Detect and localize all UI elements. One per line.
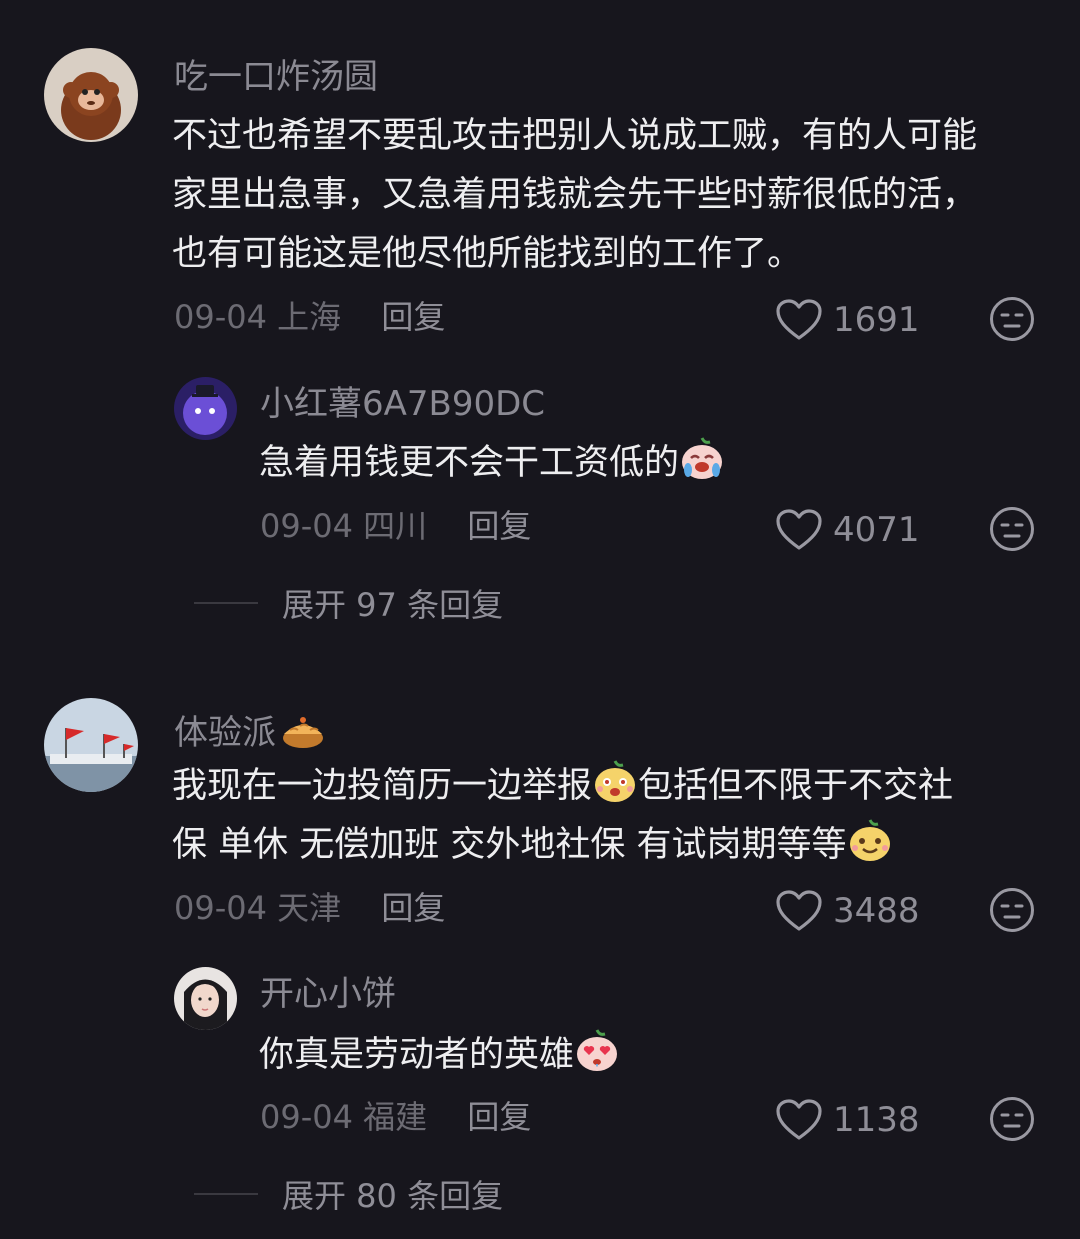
dislike-button[interactable] bbox=[989, 1096, 1035, 1142]
comment-line: 家里出急事，又急着用钱就会先干些时薪很低的活， bbox=[172, 175, 978, 215]
meh-face-icon bbox=[990, 507, 1034, 551]
expand-replies-button[interactable]: 展开 97 条回复 bbox=[194, 580, 503, 626]
reply-meta: 09-04 福建 回复 bbox=[260, 1101, 531, 1133]
laughing-face-emoji-icon bbox=[592, 759, 638, 805]
crying-face-emoji-icon bbox=[679, 436, 725, 482]
comment-date: 09-04 bbox=[174, 889, 267, 927]
username[interactable]: 小红薯6A7B90DC bbox=[260, 387, 545, 421]
username[interactable]: 体验派 bbox=[174, 708, 326, 754]
comment-line: 包括但不限于不交社 bbox=[638, 766, 954, 806]
reply-meta: 09-04 四川 回复 bbox=[260, 510, 531, 542]
reply-location: 福建 bbox=[363, 1098, 428, 1136]
comment-line: 保 单休 无偿加班 交外地社保 有试岗期等等 bbox=[172, 825, 847, 865]
like-button[interactable]: 4071 bbox=[775, 508, 920, 552]
comment-location: 天津 bbox=[277, 889, 342, 927]
reply-location: 四川 bbox=[363, 507, 428, 545]
like-button[interactable]: 1691 bbox=[775, 298, 920, 342]
monkey-costume-avatar-icon bbox=[44, 48, 138, 142]
pie-emoji-icon bbox=[280, 708, 326, 754]
comment-text: 我现在一边投简历一边举报 包括但不限于不交社 保 单休 无偿加班 交外地社保 有试… bbox=[172, 757, 953, 875]
reply-button[interactable]: 回复 bbox=[381, 889, 445, 927]
expand-label: 展开 80 条回复 bbox=[282, 1177, 504, 1215]
comment-date: 09-04 bbox=[174, 298, 267, 336]
comment-line: 我现在一边投简历一边举报 bbox=[172, 766, 593, 806]
purple-character-avatar-icon bbox=[174, 377, 237, 440]
reply-button[interactable]: 回复 bbox=[467, 1098, 531, 1136]
heart-icon bbox=[776, 890, 822, 931]
expand-label: 展开 97 条回复 bbox=[282, 586, 504, 624]
avatar[interactable] bbox=[44, 48, 138, 142]
girl-photo-avatar-icon bbox=[174, 967, 237, 1030]
comment-line: 不过也希望不要乱攻击把别人说成工贼，有的人可能 bbox=[172, 116, 978, 156]
reply-button[interactable]: 回复 bbox=[467, 507, 531, 545]
expand-replies-button[interactable]: 展开 80 条回复 bbox=[194, 1171, 503, 1217]
like-count: 3488 bbox=[833, 891, 920, 931]
comment-location: 上海 bbox=[277, 298, 342, 336]
divider bbox=[194, 602, 258, 604]
like-count: 4071 bbox=[833, 510, 920, 550]
reply-text: 急着用钱更不会干工资低的 bbox=[259, 434, 725, 493]
meh-face-icon bbox=[990, 888, 1034, 932]
heart-eyes-emoji-icon bbox=[574, 1028, 620, 1074]
reply-date: 09-04 bbox=[260, 507, 353, 545]
dislike-button[interactable] bbox=[989, 506, 1035, 552]
username[interactable]: 吃一口炸汤圆 bbox=[174, 60, 378, 94]
smiling-face-emoji-icon bbox=[847, 818, 893, 864]
comment-line: 也有可能这是他尽他所能找到的工作了。 bbox=[172, 234, 803, 274]
avatar[interactable] bbox=[174, 967, 237, 1030]
avatar[interactable] bbox=[174, 377, 237, 440]
heart-icon bbox=[776, 299, 822, 340]
avatar[interactable] bbox=[44, 698, 138, 792]
heart-icon bbox=[776, 509, 822, 550]
like-button[interactable]: 1138 bbox=[775, 1098, 920, 1142]
comment-meta: 09-04 天津 回复 bbox=[174, 892, 445, 924]
comment-meta: 09-04 上海 回复 bbox=[174, 301, 445, 333]
username[interactable]: 开心小饼 bbox=[260, 977, 396, 1011]
heart-icon bbox=[776, 1099, 822, 1140]
like-count: 1138 bbox=[833, 1100, 920, 1140]
like-button[interactable]: 3488 bbox=[775, 889, 920, 933]
dislike-button[interactable] bbox=[989, 296, 1035, 342]
meh-face-icon bbox=[990, 297, 1034, 341]
meh-face-icon bbox=[990, 1097, 1034, 1141]
dislike-button[interactable] bbox=[989, 887, 1035, 933]
comment-text: 不过也希望不要乱攻击把别人说成工贼，有的人可能 家里出急事，又急着用钱就会先干些… bbox=[172, 107, 977, 284]
flags-photo-avatar-icon bbox=[44, 698, 138, 792]
reply-text: 你真是劳动者的英雄 bbox=[259, 1026, 620, 1085]
reply-button[interactable]: 回复 bbox=[381, 298, 445, 336]
divider bbox=[194, 1193, 258, 1195]
like-count: 1691 bbox=[833, 300, 920, 340]
reply-date: 09-04 bbox=[260, 1098, 353, 1136]
